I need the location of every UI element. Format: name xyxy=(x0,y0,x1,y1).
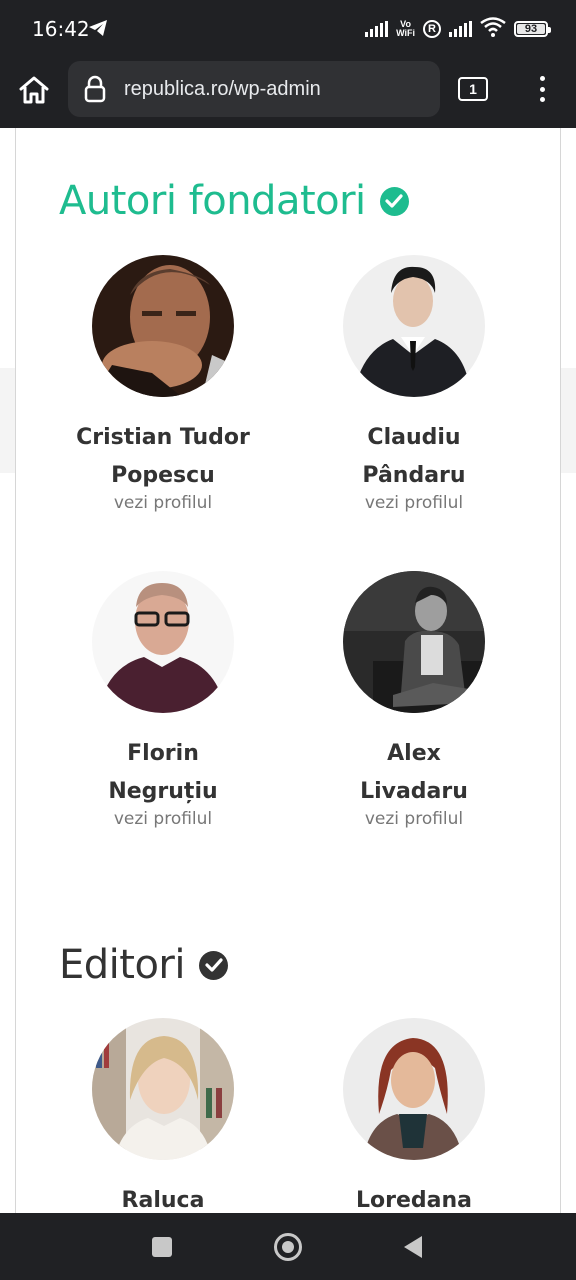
home-icon xyxy=(19,76,49,104)
check-circle-icon xyxy=(199,950,228,980)
signal-icon xyxy=(365,21,389,37)
avatar[interactable] xyxy=(343,571,485,713)
avatar[interactable] xyxy=(92,1018,234,1160)
editor-name[interactable]: Loredana xyxy=(294,1182,534,1213)
author-name-line1[interactable]: Claudiu xyxy=(294,419,534,457)
overflow-menu-button[interactable] xyxy=(530,74,554,104)
vowifi-line2: WiFi xyxy=(396,28,415,38)
vowifi-icon: Vo WiFi xyxy=(396,20,415,38)
signal-icon-2 xyxy=(449,21,472,37)
view-profile-link[interactable]: vezi profilul xyxy=(294,493,534,513)
editor-card[interactable]: Raluca xyxy=(43,1018,283,1213)
tab-switcher-button[interactable]: 1 xyxy=(458,77,488,101)
author-name-line2[interactable]: Negruțiu xyxy=(43,773,283,811)
home-nav-button[interactable] xyxy=(274,1233,302,1261)
authors-card: Autori fondatori Cristian Tudor Popescu … xyxy=(15,128,561,1213)
author-name[interactable]: Claudiu Pândaru xyxy=(294,419,534,495)
editor-name[interactable]: Raluca xyxy=(43,1182,283,1213)
section-title-editori: Editori xyxy=(59,942,228,988)
author-name-line1[interactable]: Alex xyxy=(294,735,534,773)
battery-level: 93 xyxy=(517,24,545,35)
author-name-line2[interactable]: Pândaru xyxy=(294,457,534,495)
editor-name-line1[interactable]: Raluca xyxy=(43,1182,283,1213)
editor-name-line1[interactable]: Loredana xyxy=(294,1182,534,1213)
section-title-text: Autori fondatori xyxy=(59,178,366,224)
author-name[interactable]: Florin Negruțiu xyxy=(43,735,283,811)
page-content: Autori fondatori Cristian Tudor Popescu … xyxy=(0,128,576,1213)
recent-apps-button[interactable] xyxy=(152,1237,172,1257)
editor-card[interactable]: Loredana xyxy=(294,1018,534,1213)
author-name-line1[interactable]: Cristian Tudor xyxy=(43,419,283,457)
author-name-line2[interactable]: Livadaru xyxy=(294,773,534,811)
section-title-text: Editori xyxy=(59,942,186,988)
author-name[interactable]: Alex Livadaru xyxy=(294,735,534,811)
author-card[interactable]: Alex Livadaru vezi profilul xyxy=(294,571,534,829)
avatar[interactable] xyxy=(92,571,234,713)
view-profile-link[interactable]: vezi profilul xyxy=(43,809,283,829)
url-text[interactable]: republica.ro/wp-admin xyxy=(124,78,321,101)
author-name[interactable]: Cristian Tudor Popescu xyxy=(43,419,283,495)
battery-icon: 93 xyxy=(514,21,551,37)
author-card[interactable]: Claudiu Pândaru vezi profilul xyxy=(294,255,534,513)
home-button[interactable] xyxy=(16,72,52,108)
view-profile-link[interactable]: vezi profilul xyxy=(294,809,534,829)
system-nav-bar xyxy=(0,1213,576,1280)
author-name-line1[interactable]: Florin xyxy=(43,735,283,773)
avatar[interactable] xyxy=(343,1018,485,1160)
telegram-icon xyxy=(88,19,108,42)
address-bar[interactable]: republica.ro/wp-admin xyxy=(68,61,440,117)
author-name-line2[interactable]: Popescu xyxy=(43,457,283,495)
author-card[interactable]: Cristian Tudor Popescu vezi profilul xyxy=(43,255,283,513)
author-card[interactable]: Florin Negruțiu vezi profilul xyxy=(43,571,283,829)
status-bar: 16:42 Vo WiFi R 93 xyxy=(0,0,576,58)
lock-icon[interactable] xyxy=(84,75,106,108)
status-time: 16:42 xyxy=(32,17,90,41)
wifi-icon xyxy=(480,16,506,42)
browser-toolbar: republica.ro/wp-admin 1 xyxy=(0,58,576,128)
view-profile-link[interactable]: vezi profilul xyxy=(43,493,283,513)
avatar[interactable] xyxy=(343,255,485,397)
roaming-icon: R xyxy=(423,20,441,38)
check-circle-icon xyxy=(379,186,409,216)
section-title-autori-fondatori: Autori fondatori xyxy=(59,178,409,224)
back-button[interactable] xyxy=(404,1236,422,1258)
avatar[interactable] xyxy=(92,255,234,397)
